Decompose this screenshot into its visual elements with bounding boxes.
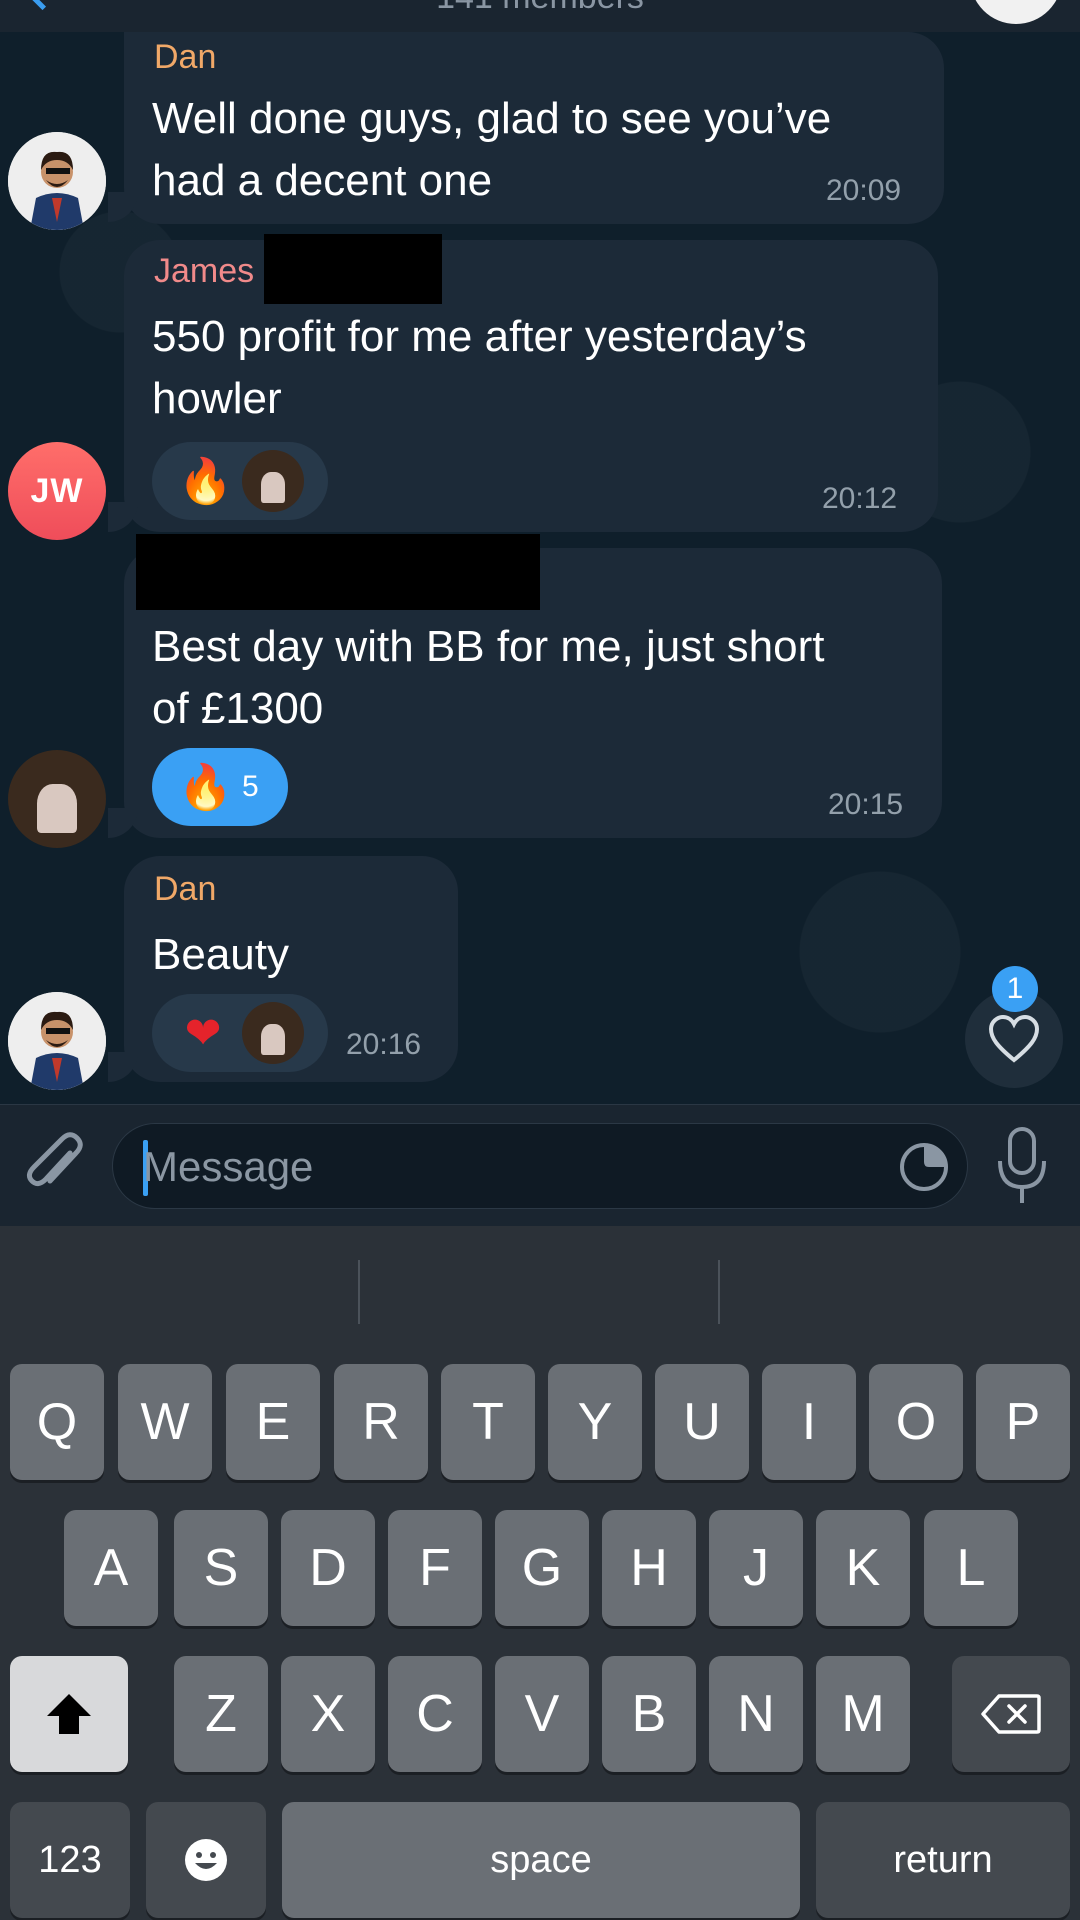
bubble-tail [108,192,138,222]
heart-icon: ❤ [184,1008,222,1058]
bubble-tail [108,502,138,532]
message-text: 550 profit for me after yesterday’s howl… [152,312,807,423]
suggestion-divider [718,1260,720,1324]
suggestion-bar [0,1226,1080,1336]
reactor-avatar [242,450,304,512]
dan-avatar-illustration-icon [8,992,106,1090]
message-text: Well done guys, glad to see you’ve had a… [152,94,832,205]
key-d[interactable]: D [281,1510,375,1626]
dan-avatar-illustration-icon [8,132,106,230]
avatar-dan[interactable] [8,132,106,230]
chat-header: 141 members [0,0,1080,33]
avatar-jw[interactable]: JW [8,442,106,540]
key-w[interactable]: W [118,1364,212,1480]
reactor-avatar [242,1002,304,1064]
on-screen-keyboard: Q W E R T Y U I O P A S D F G H J K L Z … [0,1226,1080,1920]
message-time: 20:12 [822,482,898,515]
sender-name: Dan [154,38,217,76]
suggestion-divider [358,1260,360,1324]
microphone-icon[interactable] [992,1125,1052,1209]
emoji-key[interactable] [146,1802,266,1918]
reaction-heart[interactable]: ❤ [152,994,328,1072]
message-time: 20:09 [826,174,902,207]
key-p[interactable]: P [976,1364,1070,1480]
key-c[interactable]: C [388,1656,482,1772]
smiley-icon [185,1839,227,1881]
shift-arrow-icon [47,1694,91,1734]
message-bubble[interactable]: Dan Well done guys, glad to see you’ve h… [124,32,944,224]
key-a[interactable]: A [64,1510,158,1626]
bubble-tail [108,808,138,838]
key-r[interactable]: R [334,1364,428,1480]
return-key[interactable]: return [816,1802,1070,1918]
sender-name: James [154,252,255,290]
sticker-icon[interactable] [899,1142,949,1192]
message-bubble[interactable]: Dan Beauty ❤ 20:16 [124,856,458,1082]
message-input[interactable] [141,1124,885,1210]
space-key[interactable]: space [282,1802,800,1918]
key-t[interactable]: T [441,1364,535,1480]
key-s[interactable]: S [174,1510,268,1626]
reaction-fire-count[interactable]: 🔥 5 [152,748,288,826]
redaction-box [264,234,442,304]
members-count: 141 members [0,0,1080,17]
heart-outline-icon [988,1014,1040,1063]
key-m[interactable]: M [816,1656,910,1772]
key-y[interactable]: Y [548,1364,642,1480]
key-v[interactable]: V [495,1656,589,1772]
key-k[interactable]: K [816,1510,910,1626]
fire-icon: 🔥 [178,457,233,506]
message-time: 20:15 [828,788,904,821]
avatar-photo-user[interactable] [8,750,106,848]
message-text: Best day with BB for me, just short of £… [152,622,825,733]
key-g[interactable]: G [495,1510,589,1626]
numbers-key[interactable]: 123 [10,1802,130,1918]
redaction-box [136,534,540,610]
sender-name: Dan [154,870,217,908]
backspace-icon [981,1694,1041,1734]
message-field[interactable] [112,1123,968,1210]
fire-icon: 🔥 [178,763,233,812]
key-h[interactable]: H [602,1510,696,1626]
message-list[interactable]: Dan Well done guys, glad to see you’ve h… [0,32,1080,1104]
attach-paperclip-icon[interactable] [22,1127,86,1203]
key-o[interactable]: O [869,1364,963,1480]
composer-bar [0,1104,1080,1227]
bubble-tail [108,1052,138,1082]
backspace-key[interactable] [952,1656,1070,1772]
key-n[interactable]: N [709,1656,803,1772]
key-q[interactable]: Q [10,1364,104,1480]
message-text: Beauty [152,930,289,979]
key-b[interactable]: B [602,1656,696,1772]
message-bubble[interactable]: James 550 profit for me after yesterday’… [124,240,938,532]
reaction-count: 5 [242,770,259,803]
unread-badge: 1 [992,966,1038,1012]
key-l[interactable]: L [924,1510,1018,1626]
key-j[interactable]: J [709,1510,803,1626]
shift-key[interactable] [10,1656,128,1772]
key-i[interactable]: I [762,1364,856,1480]
message-time: 20:16 [346,1028,422,1061]
avatar-dan[interactable] [8,992,106,1090]
reaction-fire[interactable]: 🔥 [152,442,328,520]
key-f[interactable]: F [388,1510,482,1626]
key-z[interactable]: Z [174,1656,268,1772]
key-e[interactable]: E [226,1364,320,1480]
key-x[interactable]: X [281,1656,375,1772]
key-u[interactable]: U [655,1364,749,1480]
